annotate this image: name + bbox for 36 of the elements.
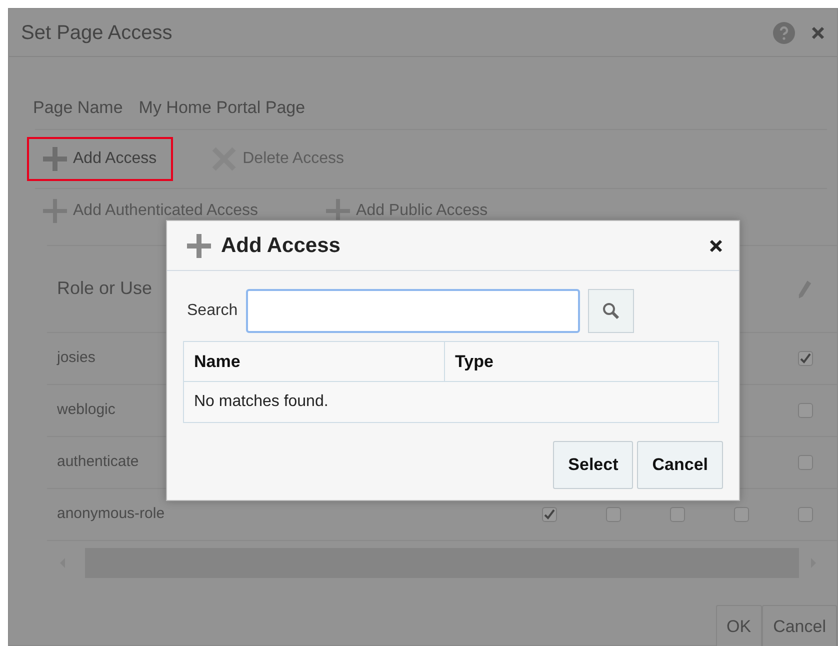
dialog-button[interactable]: Cancel [637,441,723,488]
plus-icon [43,146,67,170]
toolbar-button[interactable]: Add Access [27,136,173,180]
plus-icon [43,198,67,222]
search-label: Search [187,301,238,321]
window-title: Set Page Access [21,20,174,44]
dialog-button[interactable]: Select [553,441,634,488]
checkbox[interactable] [542,506,556,522]
search-field[interactable] [246,289,580,333]
checkbox[interactable] [798,454,812,470]
column-header: Role or Use [56,277,152,300]
dialog-title: Add Access [221,232,342,258]
table-cell-text: anonymous-role [56,504,165,524]
plus-icon [326,198,350,222]
close-icon[interactable] [709,238,723,252]
checkbox[interactable] [798,350,812,366]
table-cell-text: authenticate [56,452,139,472]
checkbox[interactable] [798,506,812,522]
page-name-value: My Home Portal Page [138,97,306,119]
table-cell-text: josies [56,348,96,368]
pencil-icon [798,278,812,298]
search-icon [602,302,620,320]
empty-message: No matches found. [193,392,330,412]
search-button[interactable] [588,289,634,333]
checkbox[interactable] [734,506,748,522]
column-header: Name [184,342,445,381]
plus-icon [187,234,211,258]
field-label: Page Name [33,97,123,119]
dialog-button[interactable]: Cancel [762,604,837,646]
checkbox[interactable] [606,506,620,522]
checkbox[interactable] [670,506,684,522]
checkbox[interactable] [798,402,812,418]
dialog-button[interactable]: OK [716,604,762,646]
table-cell-text: weblogic [56,400,116,420]
column-header: Type [454,350,494,373]
help-icon[interactable] [773,22,795,44]
